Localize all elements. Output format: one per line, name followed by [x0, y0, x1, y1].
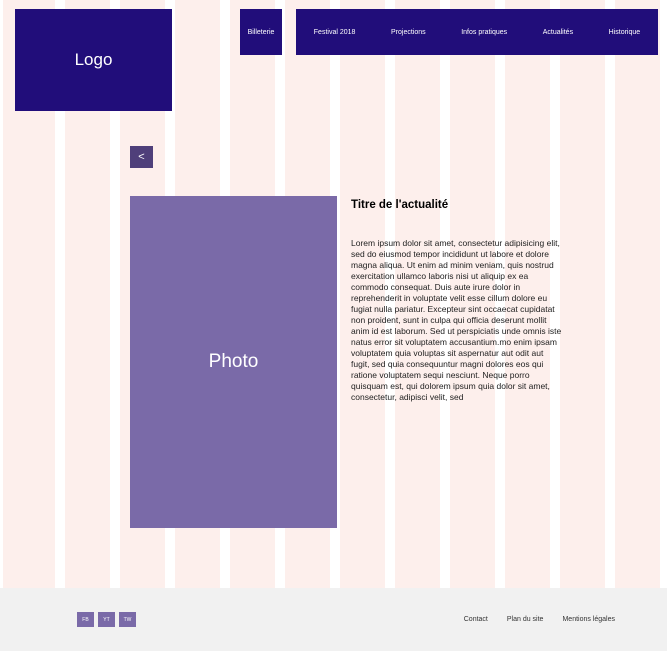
article-photo: Photo — [130, 196, 337, 528]
footer-link-plan-du-site[interactable]: Plan du site — [507, 616, 544, 623]
footer-link-contact[interactable]: Contact — [464, 616, 488, 623]
youtube-button[interactable]: YT — [98, 612, 115, 627]
nav-item-festival-2018[interactable]: Festival 2018 — [314, 29, 356, 36]
photo-placeholder-label: Photo — [208, 351, 259, 372]
main-nav: Festival 2018 Projections Infos pratique… — [296, 9, 658, 55]
article-title: Titre de l'actualité — [351, 199, 449, 211]
back-button[interactable]: < — [130, 146, 153, 168]
footer-links: Contact Plan du site Mentions légales — [464, 616, 615, 623]
nav-item-projections[interactable]: Projections — [391, 29, 426, 36]
nav-item-infos-pratiques[interactable]: Infos pratiques — [461, 29, 507, 36]
article-body: Lorem ipsum dolor sit amet, consectetur … — [351, 238, 562, 402]
twitter-button[interactable]: TW — [119, 612, 136, 627]
nav-item-historique[interactable]: Historique — [609, 29, 641, 36]
chevron-left-icon: < — [138, 151, 145, 163]
footer: FB YT TW Contact Plan du site Mentions l… — [0, 588, 667, 651]
social-links: FB YT TW — [77, 612, 136, 627]
footer-link-mentions-legales[interactable]: Mentions légales — [562, 616, 615, 623]
logo-text: Logo — [74, 50, 113, 69]
facebook-button[interactable]: FB — [77, 612, 94, 627]
nav-item-billeterie-label: Billeterie — [247, 28, 275, 36]
nav-item-billeterie[interactable]: Billeterie — [240, 9, 282, 55]
nav-item-actualites[interactable]: Actualités — [543, 29, 573, 36]
logo[interactable]: Logo — [15, 9, 172, 111]
